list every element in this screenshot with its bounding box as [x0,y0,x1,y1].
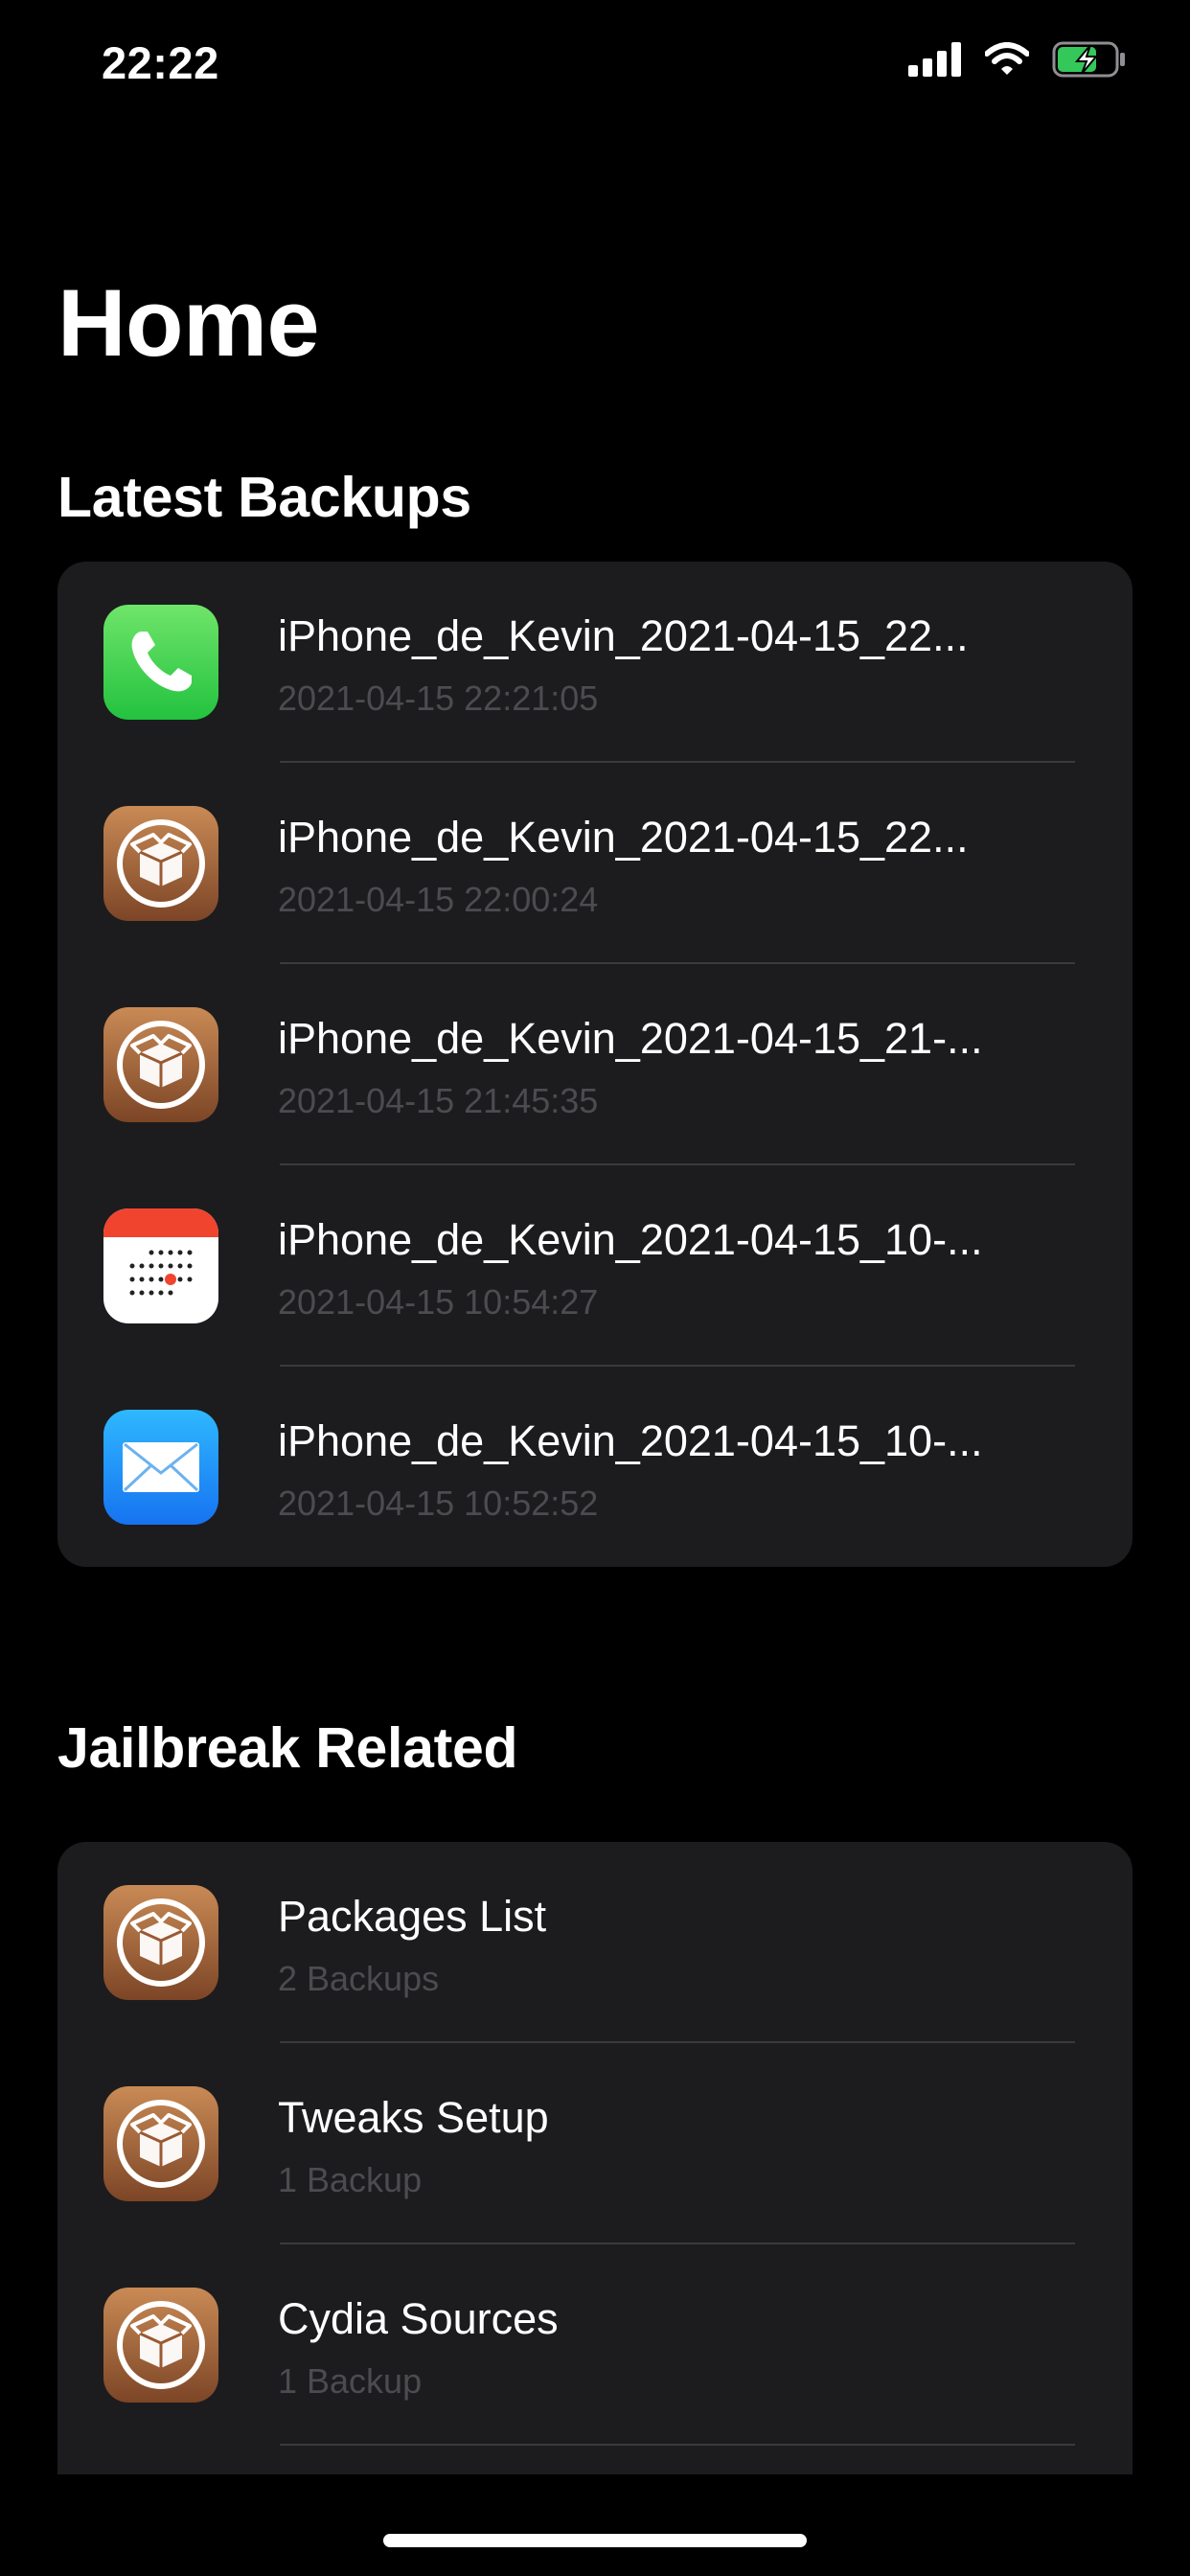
cellular-signal-icon [908,41,962,81]
backup-title: iPhone_de_Kevin_2021-04-15_22... [278,611,969,660]
backup-date: 2021-04-15 21:45:35 [278,1081,599,1120]
backup-count: 1 Backup [278,2160,423,2199]
mail-icon [103,1410,218,1525]
status-icons [908,40,1129,82]
cydia-icon [103,1007,218,1122]
backup-date: 2021-04-15 10:54:27 [278,1282,599,1322]
backup-row[interactable]: iPhone_de_Kevin_2021-04-15_21-... 2021-0… [57,964,1133,1165]
jailbreak-item-title: Cydia Sources [278,2294,559,2343]
backup-title: iPhone_de_Kevin_2021-04-15_21-... [278,1014,983,1063]
backup-date: 2021-04-15 22:21:05 [278,678,599,718]
jailbreak-related-header: Jailbreak Related [57,1716,518,1780]
calendar-icon [103,1208,218,1323]
jailbreak-row-cydia-sources[interactable]: Cydia Sources 1 Backup [57,2244,1133,2446]
backup-count: 2 Backups [278,1959,440,1998]
backup-row[interactable]: iPhone_de_Kevin_2021-04-15_10-... 2021-0… [57,1165,1133,1367]
jailbreak-row-packages-list[interactable]: Packages List 2 Backups [57,1842,1133,2043]
latest-backups-list: iPhone_de_Kevin_2021-04-15_22... 2021-04… [57,562,1133,1567]
cydia-icon [103,1885,218,2000]
backup-title: iPhone_de_Kevin_2021-04-15_10-... [278,1215,983,1264]
cydia-icon [103,806,218,921]
phone-icon [103,605,218,720]
status-time: 22:22 [102,37,219,88]
backup-date: 2021-04-15 22:00:24 [278,880,599,919]
cydia-icon [103,2086,218,2201]
backup-row[interactable]: iPhone_de_Kevin_2021-04-15_22... 2021-04… [57,763,1133,964]
row-separator [280,2444,1075,2446]
backup-row[interactable]: iPhone_de_Kevin_2021-04-15_22... 2021-04… [57,562,1133,763]
latest-backups-header: Latest Backups [57,466,471,529]
jailbreak-related-list: Packages List 2 Backups Tweaks Setup 1 B… [57,1842,1133,2474]
battery-charging-icon [1052,40,1129,83]
backup-title: iPhone_de_Kevin_2021-04-15_22... [278,813,969,862]
backup-title: iPhone_de_Kevin_2021-04-15_10-... [278,1416,983,1465]
cydia-icon [103,2288,218,2403]
jailbreak-item-title: Packages List [278,1892,547,1941]
page-title: Home [57,269,320,376]
backup-row[interactable]: iPhone_de_Kevin_2021-04-15_10-... 2021-0… [57,1367,1133,1567]
jailbreak-item-title: Tweaks Setup [278,2093,549,2142]
home-indicator[interactable] [383,2534,807,2547]
jailbreak-row-tweaks-setup[interactable]: Tweaks Setup 1 Backup [57,2043,1133,2244]
backup-count: 1 Backup [278,2361,423,2401]
wifi-icon [984,41,1030,81]
status-bar: 22:22 [0,0,1190,134]
backup-date: 2021-04-15 10:52:52 [278,1484,599,1523]
